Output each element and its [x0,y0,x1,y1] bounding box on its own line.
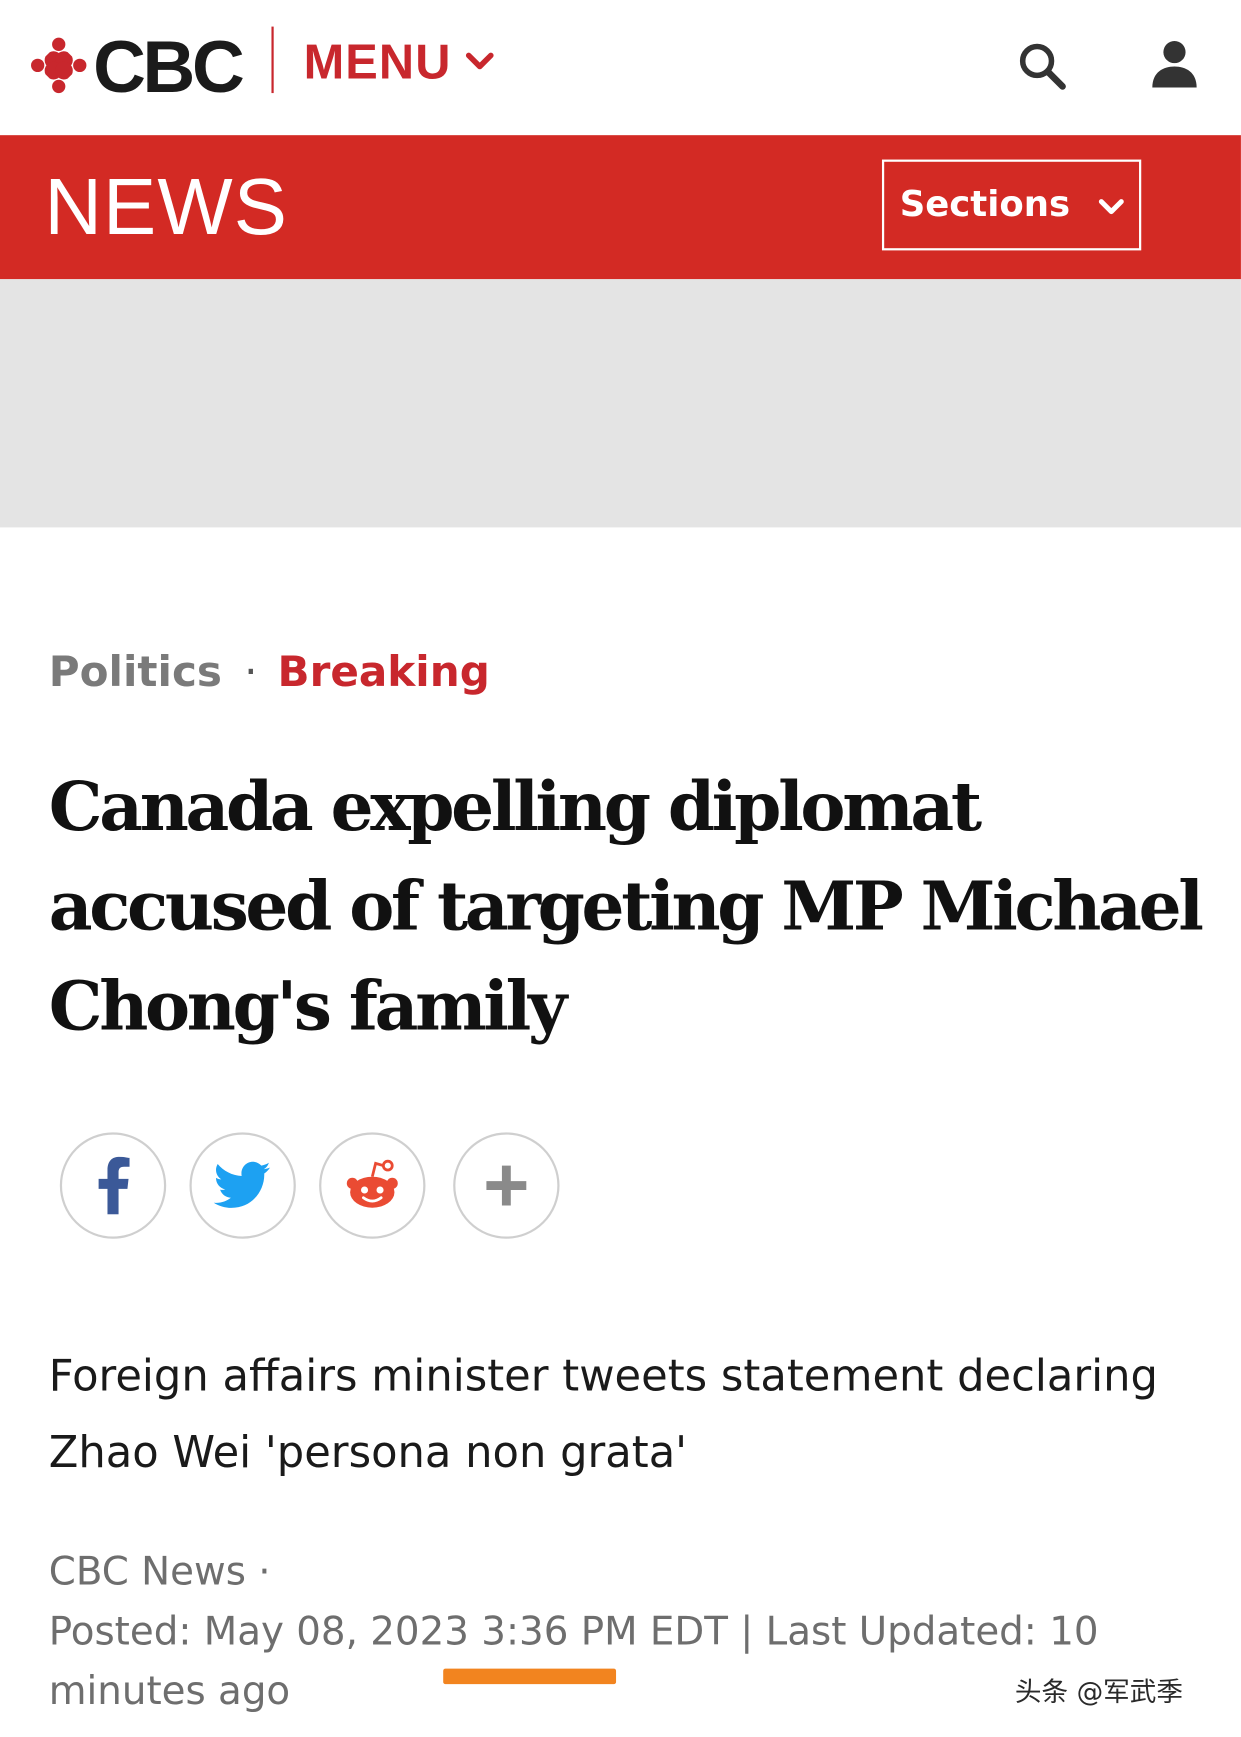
article-headline: Canada expelling diplomat accused of tar… [48,767,1204,1046]
cbc-wordmark[interactable]: CBC [93,24,245,108]
watermark: 头条 @军武季 [1014,1676,1183,1708]
cbc-gem-icon[interactable] [30,37,88,95]
share-facebook-button[interactable] [59,1132,167,1239]
breadcrumb-breaking-tag[interactable]: Breaking [277,647,489,696]
page: CBC MENU NEWS Sections Politics · Breaking… [0,0,1241,1737]
sections-button[interactable]: Sections [881,159,1142,251]
plus-icon [486,1165,527,1206]
breadcrumb: Politics · Breaking [49,645,490,698]
chevron-down-icon [1098,199,1124,215]
article-deck: Foreign affairs minister tweets statemen… [48,1351,1158,1479]
reddit-icon [346,1159,398,1208]
share-more-button[interactable] [453,1132,560,1239]
user-icon[interactable] [1150,39,1199,90]
highlight-underline [443,1668,617,1685]
top-bar: CBC MENU [0,0,1241,136]
sections-label: Sections [899,182,1071,225]
timestamp: Posted: May 08, 2023 3:36 PM EDT | Last … [48,1609,1099,1715]
twitter-icon [213,1161,271,1208]
byline: CBC News · [48,1550,271,1595]
chevron-down-icon[interactable] [465,51,494,73]
facebook-icon [98,1156,130,1215]
menu-button[interactable]: MENU [304,35,452,90]
breadcrumb-separator: · [244,647,258,696]
share-reddit-button[interactable] [319,1132,426,1239]
ad-placeholder [0,279,1241,528]
article-meta: CBC News · Posted: May 08, 2023 3:36 PM … [49,1542,1157,1721]
search-icon[interactable] [1017,41,1068,92]
news-title[interactable]: NEWS [44,162,288,253]
share-twitter-button[interactable] [189,1132,296,1239]
header-divider [271,26,274,94]
news-bar: NEWS Sections [0,135,1241,280]
breadcrumb-politics-link[interactable]: Politics [49,647,222,696]
